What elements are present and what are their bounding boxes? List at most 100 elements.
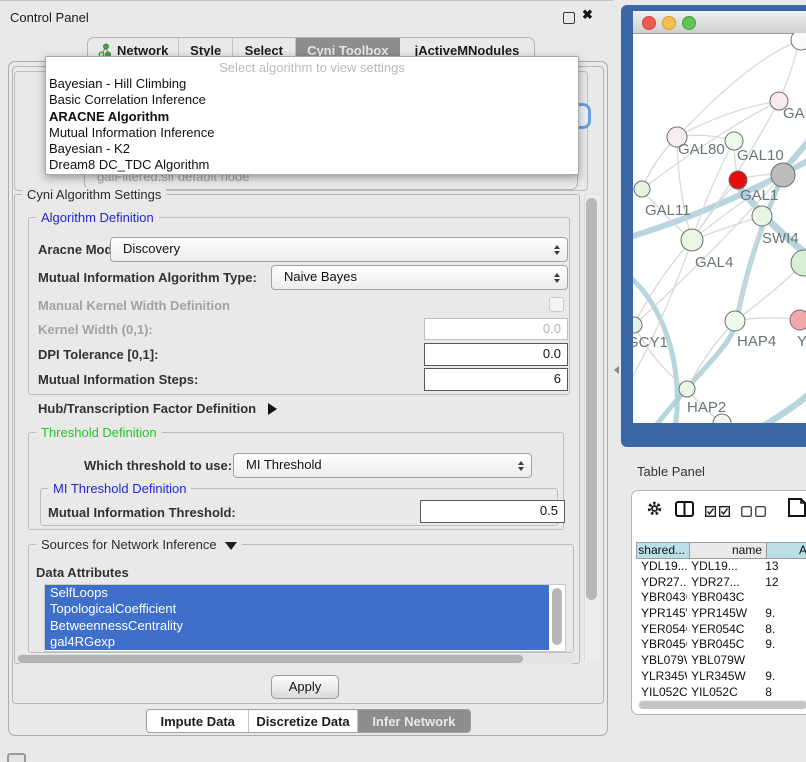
network-node-y[interactable] [790, 310, 806, 330]
network-canvas[interactable]: GALGAL80GAL10GAL1SWI4GAL11GAL4HAP4YGCY1H… [633, 33, 806, 423]
select-all-checkboxes-icon[interactable] [705, 504, 731, 522]
mi-steps-label: Mutual Information Steps: [38, 372, 198, 387]
table-cell: YBR043C [637, 590, 687, 606]
mi-threshold-label: Mutual Information Threshold: [48, 505, 236, 520]
node-label: GAL1 [740, 187, 778, 204]
dropdown-item[interactable]: Dream8 DC_TDC Algorithm [46, 157, 578, 173]
bottom-tab-discretize-data[interactable]: Discretize Data [249, 710, 357, 732]
table-row[interactable]: YLR345WYLR345W9. [637, 669, 806, 685]
table-cell: 9. [759, 669, 806, 685]
attribute-item-selected[interactable]: BetweennessCentrality [45, 618, 549, 634]
table-horizontal-scrollbar[interactable] [638, 700, 806, 709]
table-row[interactable]: YBL079WYBL079W [637, 653, 806, 669]
dpi-tolerance-input[interactable]: 0.0 [424, 343, 568, 366]
dropdown-placeholder: Select algorithm to view settings [46, 57, 578, 76]
table-row[interactable]: YBR043CYBR043C [637, 590, 806, 606]
dropdown-item[interactable]: Bayesian - Hill Climbing [46, 76, 578, 92]
columns-icon[interactable] [675, 501, 694, 522]
dropdown-item[interactable]: Mutual Information Inference [46, 125, 578, 141]
bottom-tab-infer-network[interactable]: Infer Network [358, 710, 470, 732]
table-cell: YIL052C [637, 685, 687, 699]
network-view-frame: GALGAL80GAL10GAL1SWI4GAL11GAL4HAP4YGCY1H… [621, 5, 806, 447]
attribute-item-selected[interactable]: gal4RGexp [45, 634, 549, 650]
manual-kernel-checkbox[interactable] [549, 297, 564, 312]
settings-vertical-scrollbar-thumb[interactable] [586, 198, 597, 600]
table-cell: YBL079W [637, 653, 687, 669]
table-cell: 12 [759, 575, 806, 591]
column-header-name[interactable]: name [689, 542, 767, 559]
float-panel-icon[interactable] [563, 12, 575, 24]
bottom-tab-impute-data[interactable]: Impute Data [147, 710, 249, 732]
network-node[interactable] [771, 163, 795, 187]
apply-button[interactable]: Apply [271, 675, 339, 699]
table-row[interactable]: YPR145WYPR145W9. [637, 606, 806, 622]
which-threshold-combo[interactable]: MI Threshold [233, 453, 532, 478]
hub-definition-expander[interactable]: Hub/Transcription Factor Definition [38, 401, 277, 416]
table-cell: 9. [759, 606, 806, 622]
table-cell: YER054C [637, 622, 687, 638]
mi-steps-input[interactable]: 6 [424, 368, 568, 391]
table-cell: 9. [759, 637, 806, 653]
table-rows: YDL19...YDL19...13YDR27...YDR27...12YBR0… [637, 559, 806, 698]
column-header-extra[interactable]: A [766, 542, 806, 559]
mi-threshold-input[interactable]: 0.5 [420, 500, 565, 523]
threshold-definition-legend: Threshold Definition [36, 425, 162, 440]
table-row[interactable]: YER054CYER054C8. [637, 622, 806, 638]
table-row[interactable]: YIL052CYIL052C8 [637, 685, 806, 699]
dropdown-item[interactable]: Bayesian - K2 [46, 141, 578, 157]
network-node-gal11[interactable] [634, 181, 650, 197]
table-horizontal-scrollbar-thumb[interactable] [639, 701, 806, 709]
table-cell: YLR345W [637, 669, 687, 685]
gear-icon[interactable] [646, 500, 663, 522]
sources-legend[interactable]: Sources for Network Inference [36, 537, 242, 552]
table-row[interactable]: YDR27...YDR27...12 [637, 575, 806, 591]
control-panel: Control Panel ✖ NetworkStyleSelectCyni T… [0, 0, 613, 762]
network-window-titlebar[interactable] [633, 11, 806, 34]
table-row[interactable]: YBR045CYBR045C9. [637, 637, 806, 653]
expander-arrow-icon [268, 403, 277, 415]
network-node[interactable] [791, 33, 806, 50]
dpi-tolerance-label: DPI Tolerance [0,1]: [38, 347, 158, 362]
attribute-item-selected[interactable]: SelfLoops [45, 585, 549, 601]
node-label: GAL [783, 105, 806, 122]
table-row[interactable]: YDL19...YDL19...13 [637, 559, 806, 575]
table-cell: 8 [759, 685, 806, 699]
dropdown-items: Bayesian - Hill ClimbingBasic Correlatio… [46, 76, 578, 174]
settings-horizontal-scrollbar-thumb[interactable] [18, 655, 523, 663]
table-panel: shared...nameA YDL19...YDL19...13YDR27..… [631, 490, 806, 715]
attribute-item-selected[interactable]: TopologicalCoefficient [45, 601, 549, 617]
close-panel-icon[interactable]: ✖ [582, 7, 593, 23]
which-threshold-label: Which threshold to use: [84, 458, 232, 473]
network-node-hap2[interactable] [679, 381, 695, 397]
mi-algorithm-type-label: Mutual Information Algorithm Type: [38, 270, 257, 285]
panel-title: Control Panel [10, 10, 89, 25]
new-table-icon[interactable] [788, 498, 806, 522]
zoom-window-icon[interactable] [682, 16, 696, 30]
panel-resize-handle-icon[interactable] [614, 366, 619, 374]
data-attributes-list[interactable]: SelfLoopsTopologicalCoefficientBetweenne… [44, 584, 566, 652]
app-root: Control Panel ✖ NetworkStyleSelectCyni T… [0, 0, 806, 762]
network-node[interactable] [791, 250, 806, 276]
table-cell [759, 653, 806, 669]
network-node-gal4[interactable] [681, 229, 703, 251]
clear-checkboxes-icon[interactable] [741, 504, 767, 522]
list-scrollbar-thumb[interactable] [552, 588, 562, 645]
network-node-swi4[interactable] [752, 206, 772, 226]
column-header-shared-name[interactable]: shared... [636, 542, 690, 559]
sources-legend-text: Sources for Network Inference [41, 537, 217, 552]
node-label: HAP2 [687, 399, 726, 416]
table-cell: YPR145W [637, 606, 687, 622]
aracne-mode-value: Discovery [123, 241, 180, 256]
panel-grip-button[interactable] [7, 753, 26, 762]
table-panel-title: Table Panel [637, 464, 705, 479]
table-cell: YBR045C [687, 637, 759, 653]
network-node-hap4[interactable] [725, 311, 745, 331]
dropdown-item[interactable]: ARACNE Algorithm [46, 109, 578, 125]
aracne-mode-combo[interactable]: Discovery [110, 237, 568, 262]
mi-threshold-legend: MI Threshold Definition [48, 481, 191, 496]
close-window-icon[interactable] [642, 16, 656, 30]
mi-algorithm-type-combo[interactable]: Naive Bayes [271, 265, 568, 290]
minimize-window-icon[interactable] [662, 16, 676, 30]
dropdown-item[interactable]: Basic Correlation Inference [46, 92, 578, 108]
kernel-width-input[interactable]: 0.0 [424, 318, 568, 340]
